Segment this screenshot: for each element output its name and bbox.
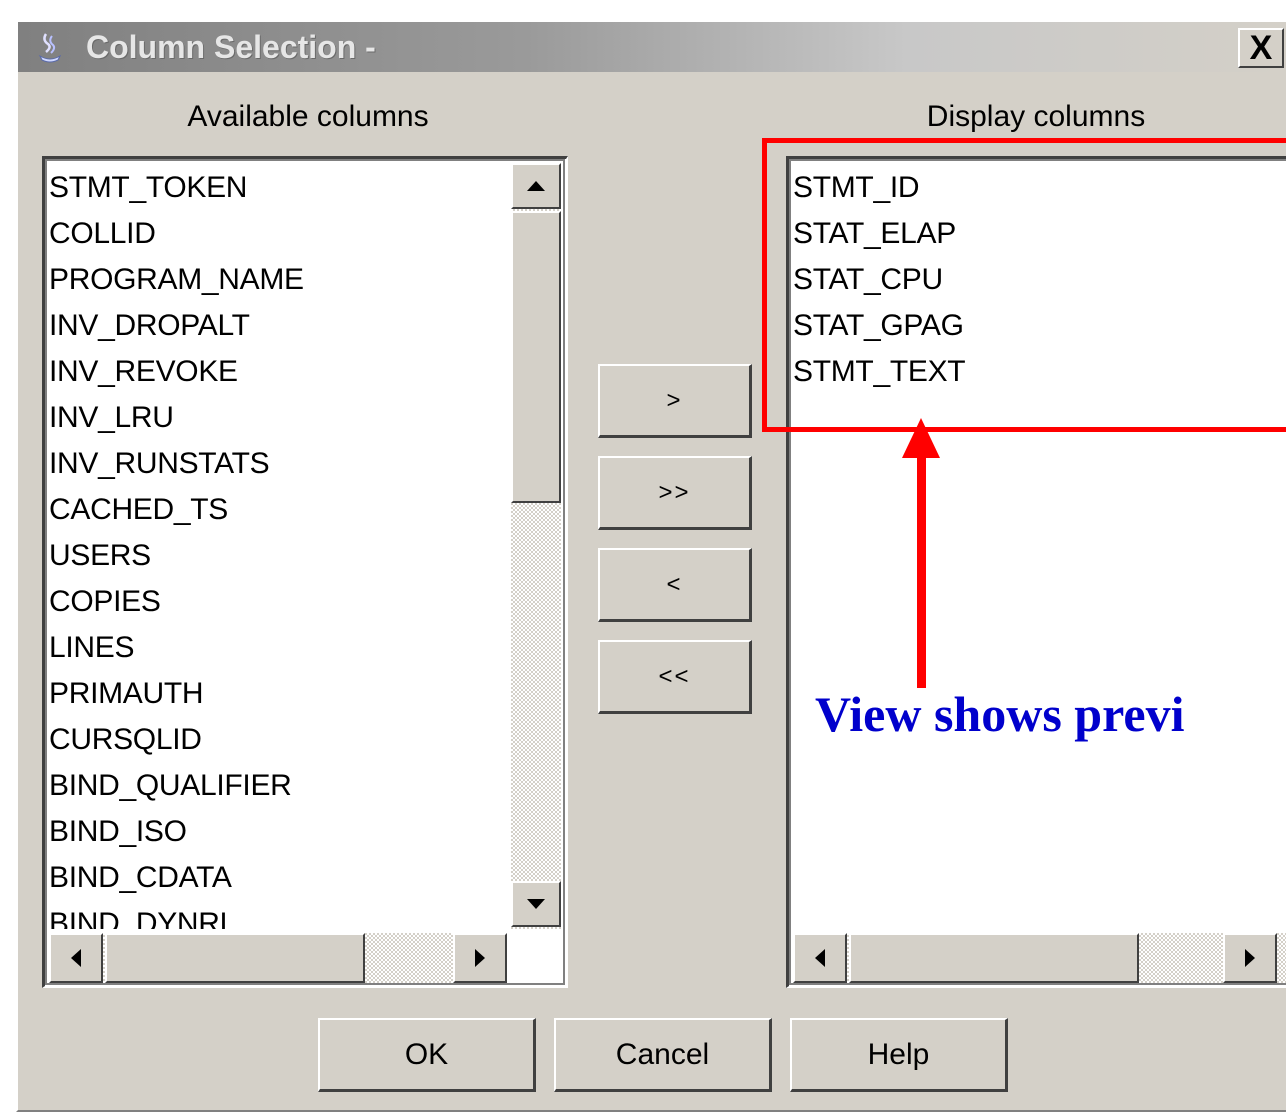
annotation-text: View shows previ	[815, 686, 1185, 742]
scroll-left-button[interactable]	[49, 933, 103, 983]
available-vertical-scrollbar[interactable]	[511, 163, 561, 929]
available-column-item[interactable]: CURSQLID	[49, 717, 304, 763]
available-column-item[interactable]: COPIES	[49, 579, 304, 625]
window-title: Column Selection -	[86, 29, 376, 65]
scroll-right-button[interactable]	[1223, 933, 1277, 983]
available-column-item[interactable]: INV_RUNSTATS	[49, 441, 304, 487]
available-column-item[interactable]: INV_REVOKE	[49, 349, 304, 395]
available-column-item[interactable]: INV_LRU	[49, 395, 304, 441]
available-column-item[interactable]: BIND_DYNRL	[49, 901, 304, 929]
arrow-up-icon	[527, 181, 545, 191]
annotation-arrow-shaft	[917, 452, 926, 688]
arrow-left-icon	[71, 949, 81, 967]
highlight-box	[762, 138, 1286, 432]
remove-all-columns-button[interactable]: <<	[598, 640, 752, 714]
add-column-button[interactable]: >	[598, 364, 752, 438]
available-column-item[interactable]: BIND_QUALIFIER	[49, 763, 304, 809]
available-horizontal-scrollbar[interactable]	[49, 933, 507, 983]
arrow-right-icon	[475, 949, 485, 967]
help-button[interactable]: Help	[790, 1018, 1008, 1092]
available-column-item[interactable]: PRIMAUTH	[49, 671, 304, 717]
close-button[interactable]: X	[1238, 28, 1284, 68]
available-column-item[interactable]: BIND_ISO	[49, 809, 304, 855]
remove-column-button[interactable]: <	[598, 548, 752, 622]
scroll-right-button[interactable]	[453, 933, 507, 983]
available-column-item[interactable]: BIND_CDATA	[49, 855, 304, 901]
add-all-columns-button[interactable]: >>	[598, 456, 752, 530]
arrow-left-icon	[815, 949, 825, 967]
cancel-button[interactable]: Cancel	[554, 1018, 772, 1092]
ok-button[interactable]: OK	[318, 1018, 536, 1092]
available-column-item[interactable]: STMT_TOKEN	[49, 165, 304, 211]
available-column-item[interactable]: PROGRAM_NAME	[49, 257, 304, 303]
available-items: STMT_TOKEN COLLID PROGRAM_NAME INV_DROPALT I…	[49, 165, 304, 929]
java-cup-icon	[38, 33, 62, 63]
available-column-item[interactable]: INV_DROPALT	[49, 303, 304, 349]
scroll-up-button[interactable]	[511, 163, 561, 209]
title-bar[interactable]: Column Selection - X	[18, 22, 1286, 72]
horizontal-scroll-thumb[interactable]	[849, 933, 1139, 983]
vertical-scroll-thumb[interactable]	[511, 211, 561, 503]
arrow-right-icon	[1245, 949, 1255, 967]
available-column-item[interactable]: COLLID	[49, 211, 304, 257]
scroll-down-button[interactable]	[511, 881, 561, 927]
available-columns-list[interactable]: STMT_TOKEN COLLID PROGRAM_NAME INV_DROPALT I…	[42, 156, 568, 988]
available-column-item[interactable]: USERS	[49, 533, 304, 579]
available-column-item[interactable]: CACHED_TS	[49, 487, 304, 533]
arrow-down-icon	[527, 899, 545, 909]
available-column-item[interactable]: LINES	[49, 625, 304, 671]
display-columns-label: Display columns	[926, 100, 1146, 133]
available-columns-label: Available columns	[187, 100, 429, 133]
scroll-left-button[interactable]	[793, 933, 847, 983]
horizontal-scroll-thumb[interactable]	[105, 933, 365, 983]
display-horizontal-scrollbar[interactable]	[793, 933, 1286, 983]
